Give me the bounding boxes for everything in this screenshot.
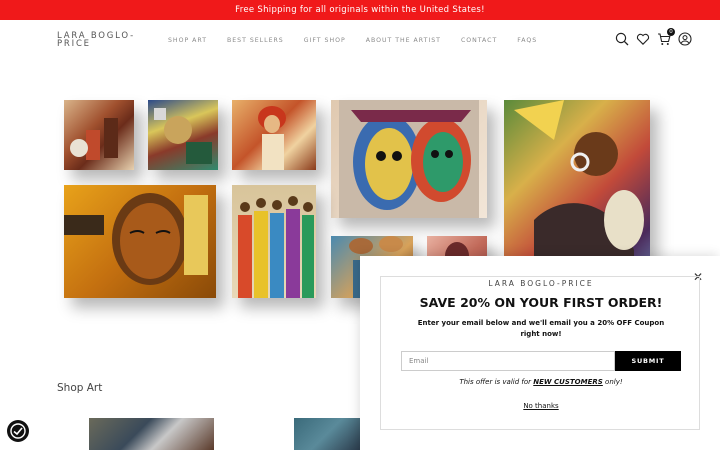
popup-brand-text: LARA BOGLO-PRICE: [480, 279, 602, 288]
submit-button[interactable]: SUBMIT: [615, 351, 681, 371]
artwork-golden-face[interactable]: [64, 185, 216, 298]
accessibility-icon: [10, 423, 26, 439]
artwork-masks[interactable]: [331, 100, 487, 218]
offer-suffix: only!: [602, 378, 623, 386]
offer-prefix: This offer is valid for: [459, 378, 534, 386]
offer-note: This offer is valid for NEW CUSTOMERS on…: [381, 378, 701, 386]
artwork-colorful-women[interactable]: [232, 185, 316, 298]
accessibility-widget-button[interactable]: [7, 420, 29, 442]
product-thumbnail[interactable]: [294, 418, 360, 450]
artwork-drums[interactable]: [64, 100, 134, 170]
popup-heading: SAVE 20% ON YOUR FIRST ORDER!: [419, 295, 663, 310]
banner-text: Free Shipping for all originals within t…: [235, 5, 485, 15]
nav-shop-art[interactable]: SHOP ART: [168, 37, 207, 44]
artwork-mosaic-figure[interactable]: [148, 100, 218, 170]
popup-frame: LARA BOGLO-PRICE SAVE 20% ON YOUR FIRST …: [380, 276, 700, 430]
nav-contact[interactable]: CONTACT: [461, 37, 497, 44]
main-nav: SHOP ART BEST SELLERS GIFT SHOP ABOUT TH…: [168, 37, 537, 44]
product-thumbnail[interactable]: [89, 418, 214, 450]
nav-best-sellers[interactable]: BEST SELLERS: [227, 37, 284, 44]
no-thanks-link[interactable]: No thanks: [381, 402, 701, 410]
discount-popup: ✕ LARA BOGLO-PRICE SAVE 20% ON YOUR FIRS…: [360, 256, 720, 450]
heart-icon[interactable]: [636, 31, 650, 45]
cart-icon[interactable]: 0: [657, 28, 675, 45]
site-logo[interactable]: LARA BOGLO-PRICE: [57, 32, 147, 49]
nav-about-the-artist[interactable]: ABOUT THE ARTIST: [366, 37, 441, 44]
nav-faqs[interactable]: FAQS: [517, 37, 537, 44]
popup-subtext: Enter your email below and we'll email y…: [417, 319, 665, 338]
email-field[interactable]: [401, 351, 615, 371]
shop-art-heading: Shop Art: [57, 382, 103, 394]
announcement-banner: Free Shipping for all originals within t…: [0, 0, 720, 20]
nav-gift-shop[interactable]: GIFT SHOP: [304, 37, 346, 44]
search-icon[interactable]: [615, 31, 629, 46]
site-header: LARA BOGLO-PRICE SHOP ART BEST SELLERS G…: [0, 20, 720, 60]
cart-count-badge: 0: [667, 28, 675, 36]
offer-highlight: NEW CUSTOMERS: [533, 378, 603, 386]
account-icon[interactable]: [678, 31, 692, 46]
artwork-woman-red-hair[interactable]: [232, 100, 316, 170]
popup-brand: LARA BOGLO-PRICE: [381, 271, 701, 290]
header-icons: 0: [615, 28, 692, 46]
